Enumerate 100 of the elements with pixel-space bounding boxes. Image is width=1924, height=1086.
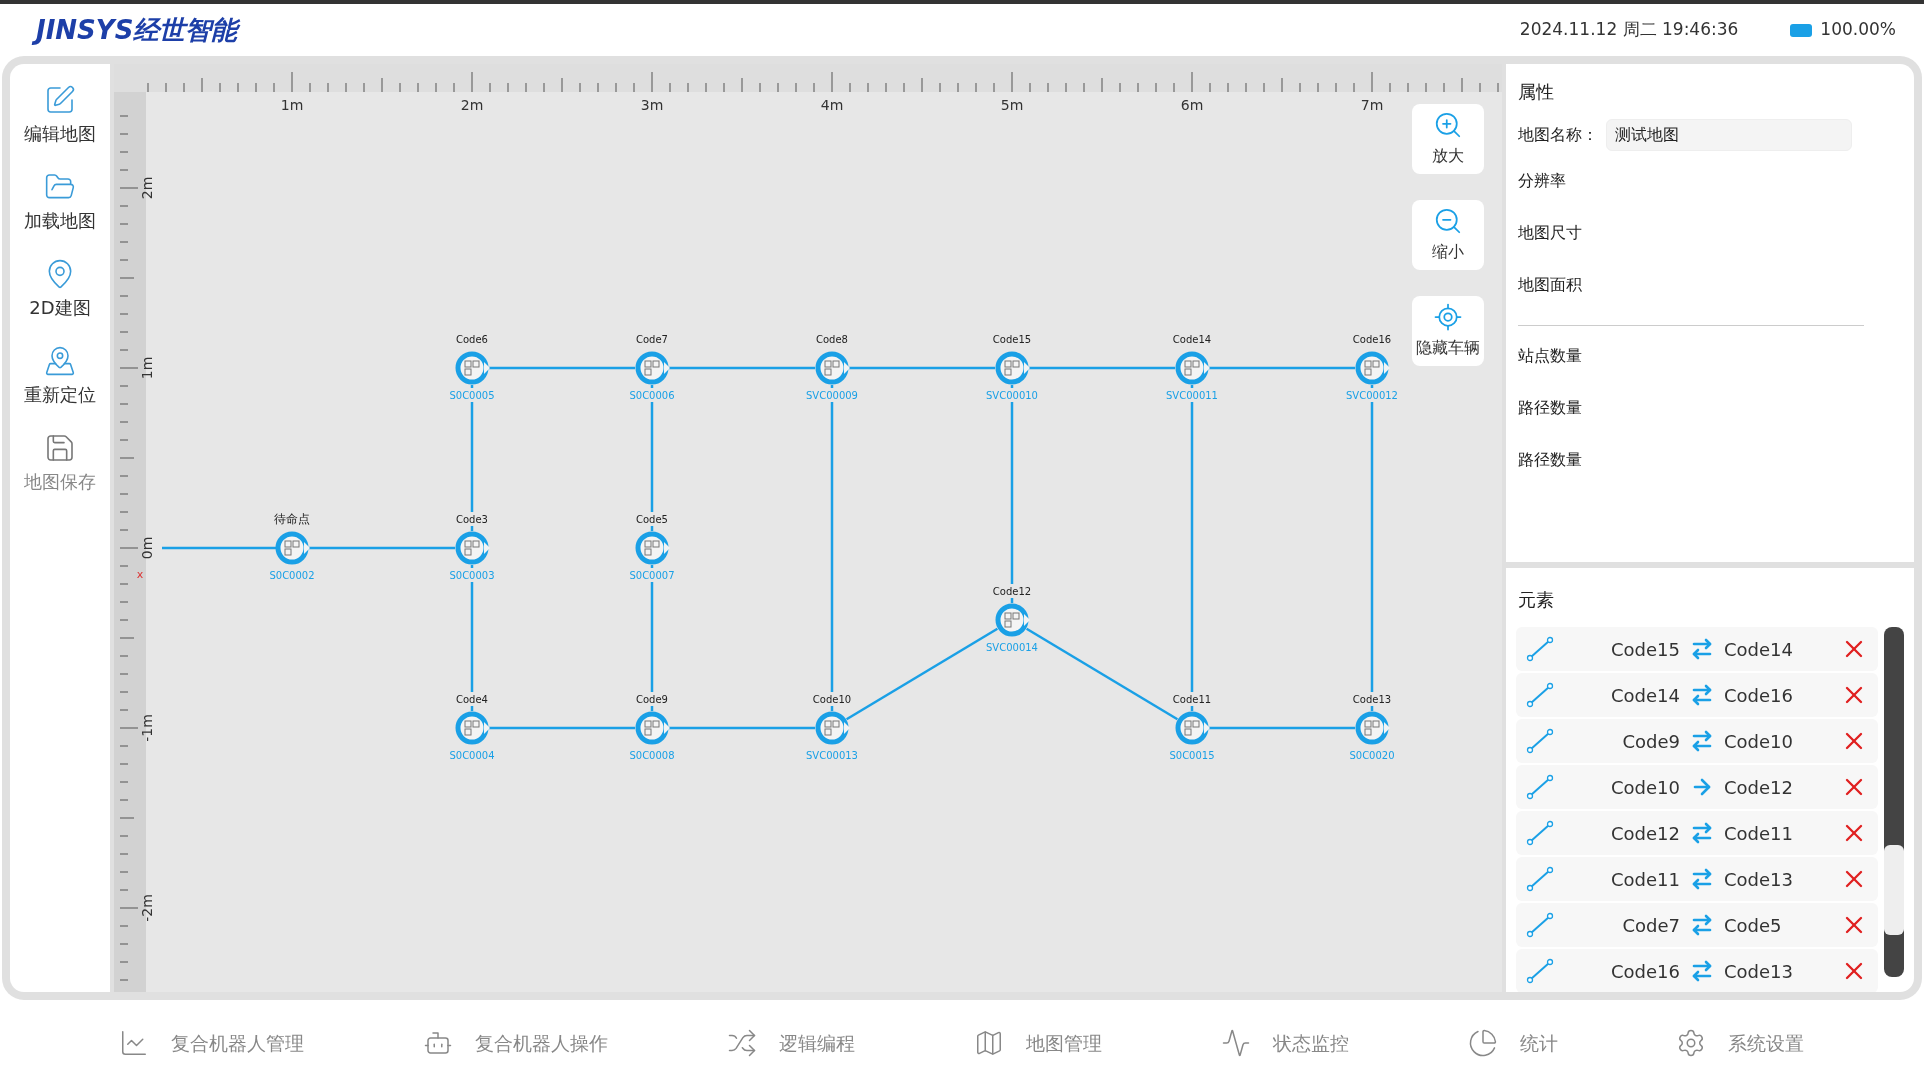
pie-chart-icon <box>1467 1028 1498 1058</box>
route-line-icon <box>1526 774 1554 800</box>
map-tool-button[interactable]: 隐藏车辆 <box>1412 296 1484 366</box>
two-way-arrow-icon <box>1690 959 1714 983</box>
ruler-label: 4m <box>820 97 844 113</box>
station-node[interactable] <box>1175 351 1210 385</box>
panel-title: 元素 <box>1518 588 1555 612</box>
station-code: S0C0005 <box>449 390 495 401</box>
station-node[interactable] <box>635 531 670 565</box>
sidebar-button[interactable]: 加载地图 <box>24 171 96 234</box>
axis-mark: x <box>136 568 144 581</box>
map-tool-button[interactable]: 放大 <box>1412 104 1484 174</box>
route-to: Code12 <box>1724 775 1794 800</box>
route-to: Code13 <box>1724 867 1794 892</box>
station-node[interactable] <box>995 603 1030 637</box>
map-edit-icon <box>44 84 76 116</box>
route-to: Code10 <box>1724 729 1794 754</box>
station-code: S0C0002 <box>269 570 315 581</box>
nav-tab[interactable]: 逻辑编程 <box>727 1028 856 1058</box>
property-label: 路径数量 <box>1518 397 1583 419</box>
station-code: S0C0006 <box>629 390 675 401</box>
station-code: S0C0015 <box>1169 750 1215 761</box>
scrollbar[interactable] <box>1884 627 1904 977</box>
route-row[interactable]: Code9 Code10 <box>1516 719 1878 763</box>
station-code: SVC00010 <box>986 390 1038 401</box>
node-code: Code10 <box>812 694 852 705</box>
route-row[interactable]: Code14 Code16 <box>1516 673 1878 717</box>
station-node[interactable] <box>1175 711 1210 745</box>
node-code: Code5 <box>636 514 668 525</box>
node-code: Code4 <box>456 694 488 705</box>
route-from: Code9 <box>1621 729 1680 754</box>
route-line-icon <box>1526 820 1554 846</box>
ruler-label: 1m <box>139 356 155 380</box>
station-node[interactable] <box>1355 351 1390 385</box>
route-row[interactable]: Code12 Code11 <box>1516 811 1878 855</box>
route-line-icon <box>1526 636 1554 662</box>
node-code: Code8 <box>816 334 848 345</box>
sidebar-button[interactable]: 2D建图 <box>29 258 91 321</box>
station-code: SVC00009 <box>806 390 858 401</box>
station-node[interactable] <box>635 351 670 385</box>
shuffle-icon <box>727 1028 758 1058</box>
two-way-arrow-icon <box>1690 913 1714 937</box>
property-label: 路径数量 <box>1518 449 1583 471</box>
ruler-label: 7m <box>1360 97 1384 113</box>
node-code: Code11 <box>1172 694 1212 705</box>
route-from: Code15 <box>1610 637 1680 662</box>
route-to: Code16 <box>1724 683 1794 708</box>
route-to: Code13 <box>1724 959 1794 984</box>
panel-title: 属性 <box>1518 80 1555 104</box>
map-pin-icon <box>44 345 76 377</box>
ruler-label: 2m <box>139 176 155 200</box>
ruler-label: 5m <box>1000 97 1024 113</box>
sidebar-button[interactable]: 重新定位 <box>24 345 96 408</box>
map-name-field[interactable]: 测试地图 <box>1606 119 1852 151</box>
ruler-label: 6m <box>1180 97 1204 113</box>
datetime: 2024.11.12 周二 19:46:36 <box>1519 18 1739 42</box>
nav-tab[interactable]: 复合机器人操作 <box>423 1028 609 1058</box>
station-node[interactable] <box>455 351 490 385</box>
route-row[interactable]: Code16 Code13 <box>1516 949 1878 992</box>
node-code: Code3 <box>456 514 488 525</box>
route-to: Code5 <box>1724 913 1783 938</box>
route-row[interactable]: Code10 Code12 <box>1516 765 1878 809</box>
route-line-icon <box>1526 682 1554 708</box>
nav-tab[interactable]: 复合机器人管理 <box>119 1028 305 1058</box>
nav-tab[interactable]: 统计 <box>1467 1028 1558 1058</box>
station-node[interactable] <box>815 351 850 385</box>
route-row[interactable]: Code7 Code5 <box>1516 903 1878 947</box>
route-to: Code11 <box>1724 821 1794 846</box>
station-code: S0C0007 <box>629 570 675 581</box>
node-code: Code12 <box>992 586 1032 597</box>
field-label: 地图名称： <box>1518 124 1598 146</box>
nav-tab[interactable]: 系统设置 <box>1676 1028 1805 1058</box>
nav-tab[interactable]: 状态监控 <box>1220 1028 1349 1058</box>
station-node[interactable] <box>275 531 310 565</box>
route-from: Code7 <box>1621 913 1680 938</box>
station-node[interactable] <box>995 351 1030 385</box>
route-line-icon <box>1526 958 1554 984</box>
station-node[interactable] <box>455 531 490 565</box>
ruler-label: 1m <box>280 97 304 113</box>
node-code: Code16 <box>1352 334 1392 345</box>
node-code: 待命点 <box>274 512 310 526</box>
nav-tab[interactable]: 地图管理 <box>973 1028 1102 1058</box>
ruler-label: 2m <box>460 97 484 113</box>
station-node[interactable] <box>815 711 850 745</box>
station-code: SVC00012 <box>1346 390 1398 401</box>
station-node[interactable] <box>1355 711 1390 745</box>
map-tool-button[interactable]: 缩小 <box>1412 200 1484 270</box>
battery-icon <box>1790 23 1813 37</box>
station-code: S0C0008 <box>629 750 675 761</box>
two-way-arrow-icon <box>1690 637 1714 661</box>
station-code: S0C0004 <box>449 750 495 761</box>
station-node[interactable] <box>635 711 670 745</box>
sidebar-button[interactable]: 编辑地图 <box>24 84 96 147</box>
station-code: S0C0020 <box>1349 750 1395 761</box>
property-label: 站点数量 <box>1518 345 1583 367</box>
route-row[interactable]: Code11 Code13 <box>1516 857 1878 901</box>
node-code: Code6 <box>456 334 488 345</box>
ruler-label: 0m <box>139 536 155 560</box>
route-row[interactable]: Code15 Code14 <box>1516 627 1878 671</box>
station-node[interactable] <box>455 711 490 745</box>
